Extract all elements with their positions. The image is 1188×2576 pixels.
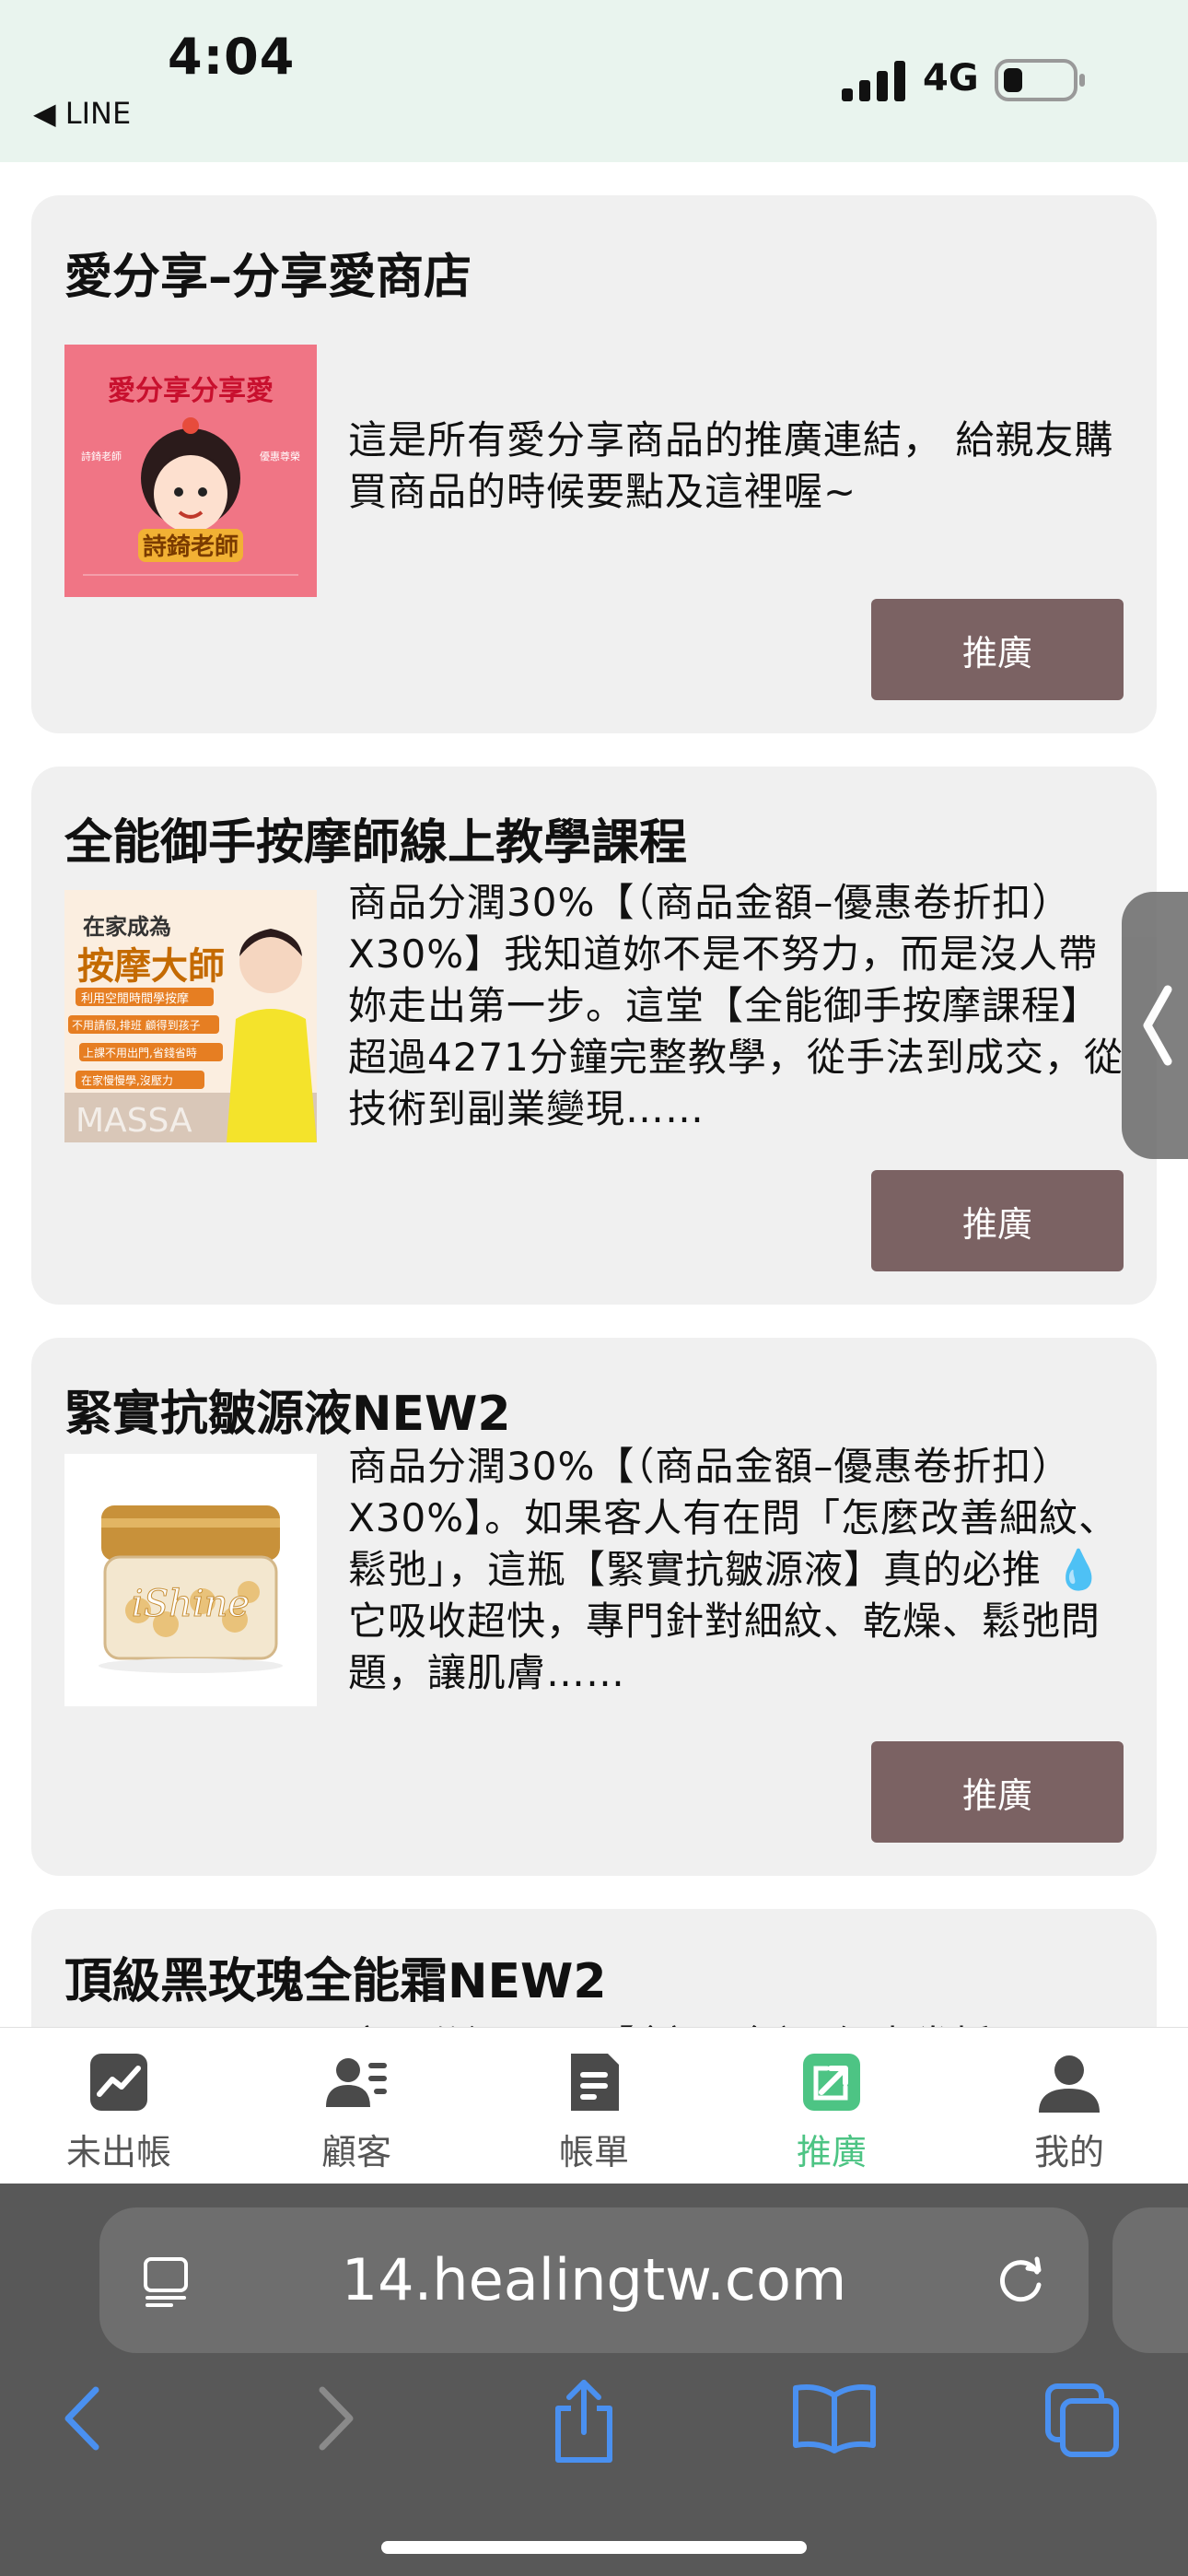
product-description: 商品分潤25%【（商品金額–優惠卷折 [348,2020,1127,2027]
battery-icon [995,59,1085,101]
tab-profile[interactable]: 我的 [950,2028,1188,2184]
product-title: 愛分享–分享愛商店 [64,250,472,305]
tab-label: 我的 [1033,2132,1104,2172]
back-icon[interactable] [55,2377,107,2460]
product-card: 頂級黑玫瑰全能霜NEW2 商品分潤25%【（商品金額–優惠卷折 [31,1909,1157,2027]
chevron-left-icon [1143,985,1172,1066]
image-line2: 按摩大師 [77,945,225,988]
status-bar: 4:04 ◀ LINE 4G [0,0,1188,162]
network-type: 4G [923,57,979,100]
signal-icon [842,61,905,101]
image-line6: 在家慢慢學,沒壓力 [81,1073,173,1087]
bottom-tab-bar: 未出帳 顧客 帳單 推廣 我的 [0,2027,1188,2184]
product-title: 緊實抗皺源液NEW2 [64,1387,511,1442]
tab-label: 顧客 [320,2132,391,2172]
image-line1: 在家成為 [83,914,171,940]
product-title: 頂級黑玫瑰全能霜NEW2 [64,1954,607,2009]
tab-bills[interactable]: 帳單 [475,2028,713,2184]
share-icon [803,2054,860,2111]
back-to-line-link[interactable]: ◀ LINE [33,96,131,131]
tab-customers[interactable]: 顧客 [238,2028,475,2184]
url-text: 14.healingtw.com [341,2246,847,2313]
bill-icon [571,2054,619,2111]
product-image: MASSA 在家成為 按摩大師 利用空閒時間學按摩 不用請假,排班 顧得到孩子 … [64,890,317,1142]
product-card: 全能御手按摩師線上教學課程 MASSA 在家成為 按摩大師 利用空閒時間學按摩 … [31,767,1157,1305]
image-watermark: MASSA [76,1102,192,1140]
forward-icon[interactable] [311,2377,363,2460]
image-left-tag: 詩錡老師 [81,450,122,463]
share-sheet-icon[interactable] [545,2377,623,2465]
tab-label: 未出帳 [65,2132,171,2172]
product-title: 全能御手按摩師線上教學課程 [64,815,688,871]
product-image: 愛分享分享愛 詩錡老師 詩錡老師 優惠尊榮 [64,345,317,597]
tabs-icon[interactable] [1042,2381,1124,2462]
promote-button[interactable]: 推廣 [871,599,1124,700]
product-card: 緊實抗皺源液NEW2 iShine 商品分潤30%【（商品金額–優惠卷折扣）X3… [31,1338,1157,1876]
product-image: iShine [64,1454,317,1706]
reload-icon[interactable] [993,2252,1050,2309]
address-bar[interactable]: 14.healingtw.com [99,2207,1089,2353]
chart-icon [90,2054,147,2111]
product-description: 這是所有愛分享商品的推廣連結， 給親友購買商品的時候要點及這裡喔~ [348,417,1114,514]
browser-toolbar: 14.healingtw.com [0,2184,1188,2576]
image-line5: 上課不用出門,省錢省時 [83,1046,197,1060]
image-line3: 利用空閒時間學按摩 [81,991,189,1006]
image-right-tag: 優惠尊榮 [260,450,300,463]
promote-button[interactable]: 推廣 [871,1170,1124,1271]
customers-icon [326,2058,387,2107]
tab-label: 推廣 [796,2132,867,2172]
promote-button[interactable]: 推廣 [871,1741,1124,1843]
status-time: 4:04 [168,28,296,86]
tab-label: 帳單 [558,2132,629,2172]
tab-promote[interactable]: 推廣 [713,2028,950,2184]
side-drawer-handle[interactable] [1122,892,1188,1159]
promotion-list[interactable]: 愛分享–分享愛商店 愛分享分享愛 詩錡老師 詩錡老師 優惠尊榮 這是所有愛分享商… [0,162,1188,2027]
profile-icon [1039,2055,1100,2113]
image-badge: 詩錡老師 [143,533,239,561]
product-description: 商品分潤30%【（商品金額–優惠卷折扣）X30%】。如果客人有在問「怎麼改善細紋… [348,1444,1119,1695]
image-headline: 愛分享分享愛 [108,375,274,407]
home-indicator[interactable] [381,2541,807,2554]
bookmarks-icon[interactable] [790,2381,879,2454]
tab-unbilled[interactable]: 未出帳 [0,2028,238,2184]
next-tab-preview[interactable] [1112,2207,1188,2353]
image-line4: 不用請假,排班 顧得到孩子 [72,1018,201,1032]
product-description: 商品分潤30%【（商品金額–優惠卷折扣）X30%】我知道妳不是不努力，而是沒人帶… [348,880,1124,1131]
product-card: 愛分享–分享愛商店 愛分享分享愛 詩錡老師 詩錡老師 優惠尊榮 這是所有愛分享商… [31,195,1157,733]
image-brand: iShine [132,1583,250,1625]
